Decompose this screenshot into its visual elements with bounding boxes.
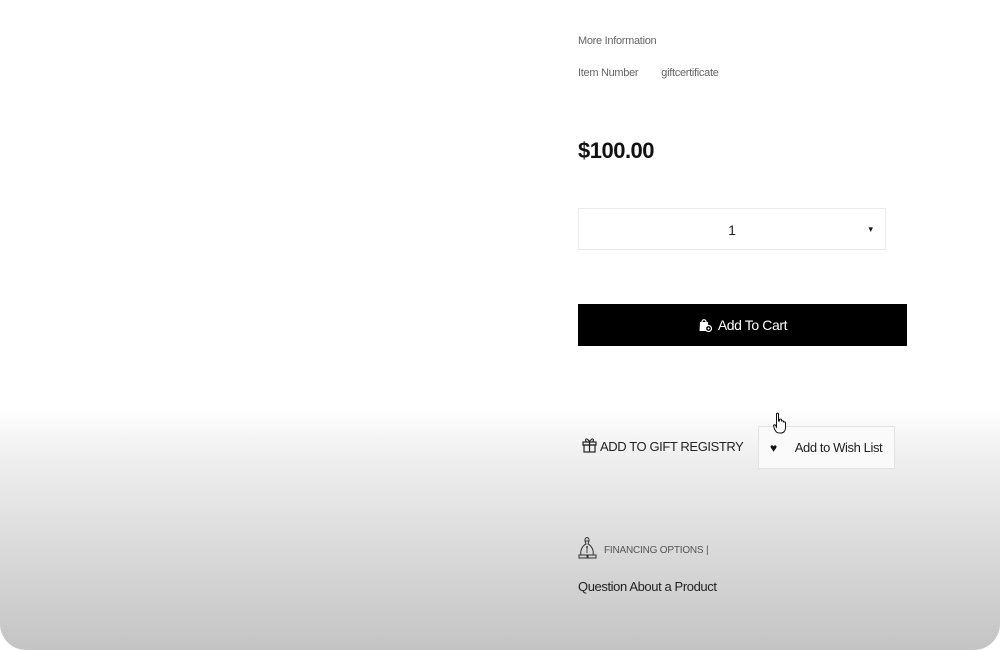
more-information-link[interactable]: More Information xyxy=(578,35,657,47)
wish-list-label: Add to Wish List xyxy=(794,440,883,455)
add-to-gift-registry-link[interactable]: ADD TO GIFT REGISTRY xyxy=(582,436,744,456)
chevron-down-icon: ▾ xyxy=(868,224,873,234)
add-to-cart-label: Add To Cart xyxy=(717,317,788,333)
gift-icon xyxy=(582,436,597,456)
heart-icon: ♥ xyxy=(770,440,777,455)
gift-registry-label: ADD TO GIFT REGISTRY xyxy=(600,438,744,454)
item-number-label: Item Number xyxy=(578,67,639,79)
financing-options-link[interactable]: FINANCING OPTIONS | xyxy=(578,536,709,565)
financing-options-label: FINANCING OPTIONS | xyxy=(604,545,709,556)
hand-pointer-cursor-icon xyxy=(773,412,787,441)
page-frame: More Information Item Number giftcertifi… xyxy=(0,0,1000,650)
add-to-cart-button[interactable]: Add To Cart xyxy=(578,304,907,346)
money-bag-icon xyxy=(578,536,597,565)
product-price: $100.00 xyxy=(578,138,655,163)
item-number-row: Item Number giftcertificate xyxy=(578,67,719,79)
question-about-product-link[interactable]: Question About a Product xyxy=(578,579,717,594)
quantity-value: 1 xyxy=(728,222,736,238)
item-number-value: giftcertificate xyxy=(661,67,719,79)
quantity-select[interactable]: 1 ▾ xyxy=(578,208,886,250)
shopping-bag-icon xyxy=(698,318,712,332)
